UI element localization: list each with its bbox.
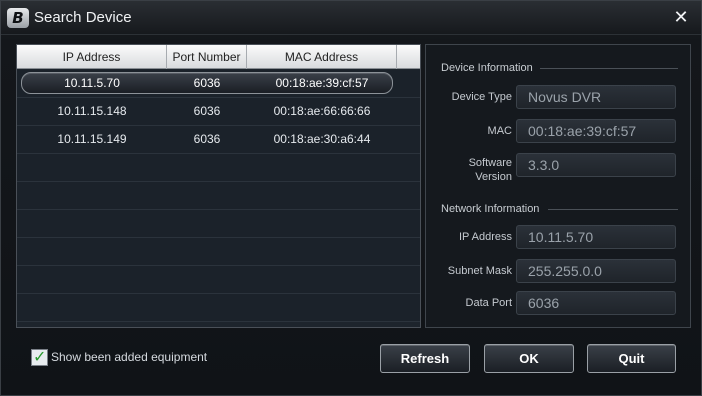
table-row[interactable]: 10.11.15.149 6036 00:18:ae:30:a6:44	[17, 126, 420, 154]
row-port: 6036	[193, 76, 221, 90]
dialog-title: Search Device	[34, 9, 132, 26]
subnet-mask-field: 255.255.0.0	[516, 259, 676, 283]
list-rows: 10.11.5.70 6036 00:18:ae:39:cf:57 10.11.…	[17, 70, 420, 322]
table-row[interactable]: 10.11.15.148 6036 00:18:ae:66:66:66	[17, 98, 420, 126]
column-header-port[interactable]: Port Number	[167, 45, 247, 69]
show-added-equipment-label[interactable]: Show been added equipment	[51, 350, 207, 364]
refresh-button[interactable]: Refresh	[380, 344, 470, 373]
checkmark-icon: ✓	[33, 347, 47, 366]
app-logo-icon: B	[7, 8, 29, 28]
ip-address-label: IP Address	[459, 231, 512, 243]
show-added-equipment-checkbox[interactable]: ✓	[31, 347, 48, 366]
device-type-label: Device Type	[451, 91, 512, 103]
device-info-section-title: Device Information	[441, 62, 533, 74]
mac-field: 00:18:ae:39:cf:57	[516, 119, 676, 143]
column-header-spacer	[397, 45, 420, 69]
software-version-field: 3.3.0	[516, 153, 676, 177]
row-port: 6036	[193, 132, 221, 146]
device-info-panel: Device Information Device Type Novus DVR…	[425, 44, 691, 328]
list-header: IP Address Port Number MAC Address	[17, 45, 420, 69]
data-port-label: Data Port	[465, 297, 512, 309]
row-ip: 10.11.15.149	[57, 132, 127, 146]
close-button[interactable]: ✕	[671, 8, 691, 28]
network-info-section-title: Network Information	[441, 203, 540, 215]
row-ip: 10.11.15.148	[57, 104, 127, 118]
row-ip: 10.11.5.70	[64, 76, 120, 90]
subnet-mask-label: Subnet Mask	[447, 265, 512, 277]
title-bar[interactable]: B Search Device ✕	[1, 1, 701, 35]
row-mac: 00:18:ae:66:66:66	[273, 104, 371, 118]
ok-button[interactable]: OK	[484, 344, 574, 373]
section-divider	[540, 68, 678, 69]
table-row[interactable]: 10.11.5.70 6036 00:18:ae:39:cf:57	[17, 70, 420, 98]
empty-table-row	[17, 154, 420, 182]
empty-table-row	[17, 210, 420, 238]
row-mac: 00:18:ae:30:a6:44	[273, 132, 371, 146]
search-device-dialog: B Search Device ✕ IP Address Port Number…	[0, 0, 702, 396]
data-port-field: 6036	[516, 291, 676, 315]
column-header-ip[interactable]: IP Address	[17, 45, 167, 69]
row-port: 6036	[193, 104, 221, 118]
section-divider	[548, 209, 678, 210]
row-mac: 00:18:ae:39:cf:57	[275, 76, 369, 90]
device-list[interactable]: IP Address Port Number MAC Address 10.11…	[16, 44, 421, 328]
ip-address-field: 10.11.5.70	[516, 225, 676, 249]
software-version-label-line2: Version	[475, 171, 512, 183]
software-version-label-line1: Software	[468, 157, 512, 169]
empty-table-row	[17, 294, 420, 322]
empty-table-row	[17, 238, 420, 266]
device-type-field: Novus DVR	[516, 85, 676, 109]
mac-label: MAC	[487, 125, 512, 137]
empty-table-row	[17, 182, 420, 210]
empty-table-row	[17, 266, 420, 294]
quit-button[interactable]: Quit	[587, 344, 676, 373]
column-header-mac[interactable]: MAC Address	[247, 45, 397, 69]
